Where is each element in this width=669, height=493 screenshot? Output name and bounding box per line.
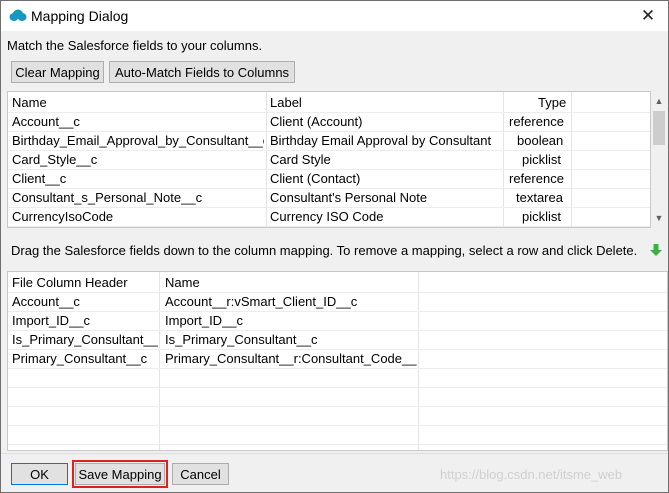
field-label: Currency ISO Code — [270, 209, 384, 224]
empty-row[interactable] — [8, 407, 667, 426]
fields-table-scrollbar[interactable]: ▲ ▼ — [651, 93, 667, 226]
table-header-row: Name Label Type — [8, 92, 650, 113]
scroll-down-icon[interactable]: ▼ — [651, 210, 667, 226]
close-button[interactable]: ✕ — [631, 3, 665, 29]
watermark-text: https://blog.csdn.net/itsme_web — [440, 467, 623, 482]
header-type[interactable]: Type — [538, 95, 566, 110]
field-type: reference — [509, 171, 564, 186]
header-name[interactable]: Name — [165, 275, 200, 290]
close-icon: ✕ — [640, 6, 656, 25]
table-header-row: File Column Header Name — [8, 272, 667, 293]
field-label: Client (Account) — [270, 114, 363, 129]
field-name: Consultant_s_Personal_Note__c — [12, 190, 203, 205]
header-label[interactable]: Label — [270, 95, 302, 110]
file-column-cell: Account__c — [12, 294, 80, 309]
table-row[interactable]: Is_Primary_Consultant__c Is_Primary_Cons… — [8, 331, 667, 350]
field-label: Card Style — [270, 152, 331, 167]
instruction-text: Match the Salesforce fields to your colu… — [7, 38, 263, 53]
table-row[interactable]: Import_ID__c Import_ID__c — [8, 312, 667, 331]
table-row[interactable]: CurrencyIsoCode Currency ISO Code pickli… — [8, 208, 650, 227]
field-name: Client__c — [12, 171, 67, 186]
table-row[interactable]: Client__c Client (Contact) reference — [8, 170, 650, 189]
table-row[interactable]: Primary_Consultant__c Primary_Consultant… — [8, 350, 667, 369]
file-column-cell: Import_ID__c — [12, 313, 91, 328]
field-type: picklist — [522, 209, 562, 224]
table-row[interactable]: Account__c Account__r:vSmart_Client_ID__… — [8, 293, 667, 312]
ok-button[interactable]: OK — [11, 463, 68, 485]
scrollbar-thumb[interactable] — [653, 111, 665, 145]
field-name: Birthday_Email_Approval_by_Consultant__c — [12, 133, 264, 148]
column-mapping-table[interactable]: File Column Header Name Account__c Accou… — [7, 271, 668, 451]
salesforce-fields-table[interactable]: Name Label Type Account__c Client (Accou… — [7, 91, 651, 228]
footer-divider — [1, 453, 668, 454]
salesforce-cloud-icon — [9, 9, 27, 21]
save-mapping-button[interactable]: Save Mapping — [75, 463, 165, 485]
mapping-name-cell: Primary_Consultant__r:Consultant_Code__c — [165, 351, 417, 366]
title-bar: Mapping Dialog ✕ — [1, 1, 668, 31]
mapping-name-cell: Import_ID__c — [165, 313, 244, 328]
auto-match-button[interactable]: Auto-Match Fields to Columns — [109, 61, 295, 83]
empty-row[interactable] — [8, 369, 667, 388]
field-name: Account__c — [12, 114, 80, 129]
green-down-arrow-icon — [650, 244, 662, 256]
field-label: Consultant's Personal Note — [270, 190, 428, 205]
cancel-button[interactable]: Cancel — [172, 463, 229, 485]
table-row[interactable]: Account__c Client (Account) reference — [8, 113, 650, 132]
scroll-up-icon[interactable]: ▲ — [651, 93, 667, 109]
field-type: boolean — [517, 133, 564, 148]
clear-mapping-button[interactable]: Clear Mapping — [11, 61, 104, 83]
field-type: reference — [509, 114, 564, 129]
empty-row[interactable] — [8, 426, 667, 445]
file-column-cell: Is_Primary_Consultant__c — [12, 332, 158, 347]
field-type: picklist — [522, 152, 562, 167]
file-column-cell: Primary_Consultant__c — [12, 351, 148, 366]
field-name: Card_Style__c — [12, 152, 98, 167]
field-name: CurrencyIsoCode — [12, 209, 114, 224]
window-title: Mapping Dialog — [31, 8, 129, 24]
mapping-name-cell: Is_Primary_Consultant__c — [165, 332, 318, 347]
header-file-column[interactable]: File Column Header — [12, 275, 128, 290]
header-name[interactable]: Name — [12, 95, 47, 110]
drag-instruction-text: Drag the Salesforce fields down to the c… — [11, 243, 638, 258]
table-row[interactable]: Card_Style__c Card Style picklist — [8, 151, 650, 170]
field-type: textarea — [516, 190, 563, 205]
mapping-dialog-window: Mapping Dialog ✕ Match the Salesforce fi… — [0, 0, 669, 493]
field-label: Client (Contact) — [270, 171, 361, 186]
empty-row[interactable] — [8, 388, 667, 407]
table-row[interactable]: Birthday_Email_Approval_by_Consultant__c… — [8, 132, 650, 151]
field-label: Birthday Email Approval by Consultant — [270, 133, 492, 148]
mapping-name-cell: Account__r:vSmart_Client_ID__c — [165, 294, 358, 309]
table-row[interactable]: Consultant_s_Personal_Note__c Consultant… — [8, 189, 650, 208]
